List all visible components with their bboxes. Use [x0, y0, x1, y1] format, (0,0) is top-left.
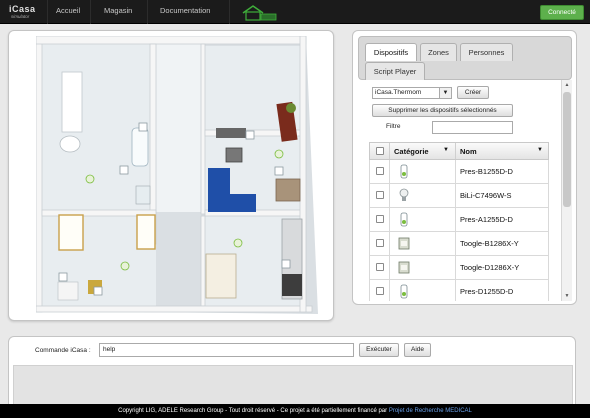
table-row[interactable]: Pres-B1255D-D	[369, 160, 549, 184]
delete-selected-button[interactable]: Supprimer les dispositifs sélectionnés	[372, 104, 513, 117]
device-list-scrollbar[interactable]: ▲ ▼	[561, 80, 572, 301]
nav-link-accueil[interactable]: Accueil	[56, 6, 80, 15]
house-logo-icon	[242, 5, 277, 21]
thermometer-icon	[400, 212, 408, 227]
console-label: Commande iCasa :	[35, 347, 91, 354]
device-table-header: Catégorie ▼ Nom ▼	[369, 142, 549, 160]
console-panel: Commande iCasa : help Exécuter Aide	[8, 336, 576, 412]
nav-link-magasin[interactable]: Magasin	[104, 6, 132, 15]
row-checkbox[interactable]	[376, 287, 384, 295]
top-navbar: iCasa simulator Accueil Magasin Document…	[0, 0, 590, 24]
toggle-switch-icon	[398, 237, 410, 250]
help-button[interactable]: Aide	[404, 343, 431, 357]
table-row[interactable]: BiLi-C7496W-S	[369, 184, 549, 208]
brand-logo[interactable]: iCasa simulator	[9, 4, 43, 20]
device-name: Pres-D1255D-D	[460, 287, 514, 296]
device-type-select[interactable]: iCasa.Thermom ▼	[372, 87, 452, 99]
select-all-checkbox[interactable]	[376, 147, 384, 155]
row-checkbox[interactable]	[376, 215, 384, 223]
chevron-down-icon[interactable]: ▼	[439, 88, 451, 98]
thermometer-icon	[400, 284, 408, 299]
house-floor-plan[interactable]	[36, 36, 330, 321]
nav-divider	[90, 0, 91, 24]
row-checkbox[interactable]	[376, 239, 384, 247]
brand-name: iCasa	[9, 4, 36, 14]
thermometer-icon	[400, 164, 408, 179]
nav-divider	[229, 0, 230, 24]
tab-zones[interactable]: Zones	[420, 43, 457, 61]
footer-link[interactable]: Projet de Recherche MEDICAL	[389, 408, 472, 414]
tab-bar: Dispositifs Zones Personnes Script Playe…	[358, 36, 572, 80]
table-row[interactable]: Pres-A1255D-D	[369, 208, 549, 232]
device-name: Toogle-B1286X-Y	[460, 239, 519, 248]
brand-subtitle: simulator	[11, 14, 30, 19]
table-row[interactable]: Toogle-B1286X-Y	[369, 232, 549, 256]
device-name: Pres-A1255D-D	[460, 215, 513, 224]
row-checkbox[interactable]	[376, 167, 384, 175]
device-type-value: iCasa.Thermom	[375, 89, 422, 96]
chevron-down-icon[interactable]: ▼	[537, 147, 543, 153]
scroll-down-icon[interactable]: ▼	[563, 292, 571, 300]
connected-button[interactable]: Connecté	[540, 5, 584, 20]
scrollbar-thumb[interactable]	[563, 92, 571, 207]
execute-button[interactable]: Exécuter	[359, 343, 399, 357]
row-checkbox[interactable]	[376, 263, 384, 271]
row-checkbox[interactable]	[376, 191, 384, 199]
nav-divider	[147, 0, 148, 24]
light-bulb-icon	[399, 188, 409, 201]
tab-script-player[interactable]: Script Player	[365, 62, 425, 80]
device-name: Toogle-D1286X-Y	[460, 263, 520, 272]
device-name: Pres-B1255D-D	[460, 167, 513, 176]
tab-personnes[interactable]: Personnes	[460, 43, 513, 61]
scroll-up-icon[interactable]: ▲	[563, 81, 571, 89]
filter-input[interactable]	[432, 121, 513, 134]
device-panel: Dispositifs Zones Personnes Script Playe…	[352, 30, 577, 305]
device-list-container: iCasa.Thermom ▼ Créer Supprimer les disp…	[358, 80, 572, 301]
nav-divider	[47, 0, 48, 24]
table-row[interactable]: Pres-D1255D-D	[369, 280, 549, 301]
footer: Copyright LIG, ADELE Research Group - To…	[0, 404, 590, 418]
filter-label: Filtre	[386, 123, 401, 130]
column-name[interactable]: Nom	[460, 147, 477, 156]
device-name: BiLi-C7496W-S	[460, 191, 512, 200]
column-category[interactable]: Catégorie	[394, 147, 429, 156]
command-input[interactable]: help	[99, 343, 354, 357]
footer-copyright: Copyright LIG, ADELE Research Group - To…	[118, 408, 388, 414]
create-button[interactable]: Créer	[457, 86, 489, 99]
nav-link-documentation[interactable]: Documentation	[160, 6, 210, 15]
toggle-switch-icon	[398, 261, 410, 274]
table-row[interactable]: Toogle-D1286X-Y	[369, 256, 549, 280]
tab-dispositifs[interactable]: Dispositifs	[365, 43, 417, 61]
bathroom-floor	[42, 44, 150, 212]
corridor-floor	[156, 44, 201, 212]
chevron-down-icon[interactable]: ▼	[443, 147, 449, 153]
